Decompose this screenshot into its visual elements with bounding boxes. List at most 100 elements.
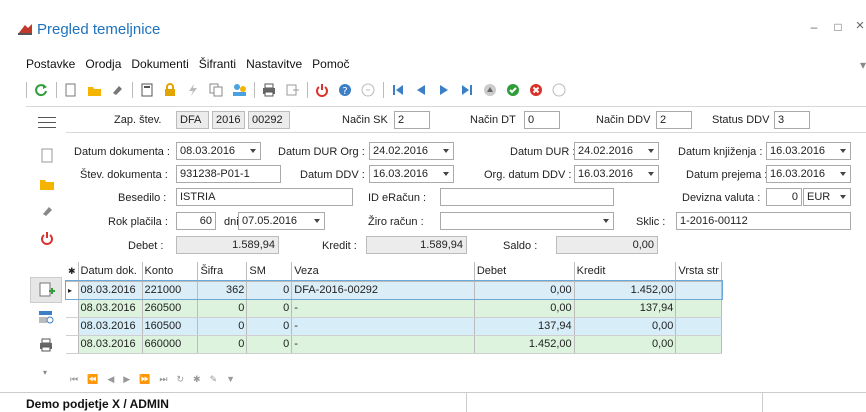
nacin-dt-field[interactable]: 0	[524, 111, 560, 129]
stev-dokumenta-field[interactable]: 931238-P01-1	[176, 165, 281, 183]
refresh-icon[interactable]	[33, 82, 49, 98]
cell-debet[interactable]: 137,94	[474, 317, 575, 336]
datum-dur-org-field[interactable]: 24.02.2016	[369, 142, 454, 160]
cell-kredit[interactable]: 1.452,00	[574, 281, 677, 300]
row-selector[interactable]	[66, 299, 79, 318]
cell-sm[interactable]: 0	[246, 335, 293, 354]
cell-debet[interactable]: 0,00	[474, 299, 575, 318]
menu-orodja[interactable]: Orodja	[85, 57, 121, 71]
lock-icon[interactable]	[162, 82, 178, 98]
col-datum-dok[interactable]: Datum dok.	[78, 262, 143, 282]
last-record-icon[interactable]	[459, 82, 475, 98]
col-vrsta-str[interactable]: Vrsta str	[675, 262, 722, 282]
nav-prev-icon[interactable]: ◀	[107, 374, 114, 385]
besedilo-field[interactable]: ISTRIA	[176, 188, 353, 206]
id-eracun-field[interactable]	[440, 188, 614, 206]
cell-vrsta[interactable]	[675, 335, 722, 354]
nav-edit-icon[interactable]: ✎	[210, 374, 218, 385]
datum-dokumenta-field[interactable]: 08.03.2016	[176, 142, 261, 160]
row-selector[interactable]: ▸	[66, 281, 79, 300]
nav-next-icon[interactable]: ▶	[123, 374, 130, 385]
nav-insert-icon[interactable]: ✱	[193, 374, 201, 385]
confirm-icon[interactable]	[505, 82, 521, 98]
sidebar-new-icon[interactable]	[40, 148, 54, 167]
cell-konto[interactable]: 260500	[142, 299, 199, 318]
nav-refresh-icon[interactable]: ↻	[177, 374, 185, 385]
cell-konto[interactable]: 160500	[142, 317, 199, 336]
cell-vrsta[interactable]	[675, 299, 722, 318]
datum-prejema-field[interactable]: 16.03.2016	[766, 165, 851, 183]
sidebar-folder-icon[interactable]	[39, 177, 55, 194]
org-datum-ddv-field[interactable]: 16.03.2016	[574, 165, 659, 183]
lightning-icon[interactable]	[185, 82, 201, 98]
nav-last-icon[interactable]: ⏭	[159, 374, 167, 385]
datum-knjizenja-field[interactable]: 16.03.2016	[766, 142, 851, 160]
cell-veza[interactable]: DFA-2016-00292	[291, 281, 475, 300]
cell-sifra[interactable]: 362	[197, 281, 248, 300]
nav-first-icon[interactable]: ⏮	[70, 374, 78, 385]
new-document-icon[interactable]	[63, 82, 79, 98]
sidebar-eraser-icon[interactable]	[40, 204, 54, 221]
minimize-button[interactable]: –	[806, 20, 822, 34]
menu-postavke[interactable]: Postavke	[26, 57, 75, 71]
cell-sifra[interactable]: 0	[197, 335, 248, 354]
menu-pomoc[interactable]: Pomoč	[312, 57, 349, 71]
cell-datum[interactable]: 08.03.2016	[78, 317, 143, 336]
up-icon[interactable]	[482, 82, 498, 98]
export-icon[interactable]	[284, 82, 300, 98]
cell-sm[interactable]: 0	[246, 299, 293, 318]
menu-sifranti[interactable]: Šifranti	[199, 57, 236, 71]
calculator-icon[interactable]	[139, 82, 155, 98]
cell-veza[interactable]: -	[291, 335, 475, 354]
cell-sifra[interactable]: 0	[197, 317, 248, 336]
nacin-ddv-field[interactable]: 2	[656, 111, 692, 129]
table-row[interactable]: 08.03.2016 260500 0 0-0,00 137,94	[66, 299, 722, 318]
cell-debet[interactable]: 1.452,00	[474, 335, 575, 354]
cancel-icon[interactable]	[528, 82, 544, 98]
devizna-valuta-select[interactable]: EUR	[803, 188, 851, 206]
sidebar-print-icon[interactable]	[39, 338, 53, 355]
maximize-button[interactable]: □	[830, 20, 846, 34]
col-debet[interactable]: Debet	[474, 262, 575, 282]
sklic-field[interactable]: 1-2016-00112	[676, 212, 851, 230]
cell-veza[interactable]: -	[291, 317, 475, 336]
nacin-sk-field[interactable]: 2	[394, 111, 430, 129]
hamburger-icon[interactable]	[38, 117, 56, 128]
col-kredit[interactable]: Kredit	[574, 262, 677, 282]
row-selector[interactable]	[66, 335, 79, 354]
col-sm[interactable]: SM	[246, 262, 293, 282]
next-record-icon[interactable]	[436, 82, 452, 98]
menu-dokumenti[interactable]: Dokumenti	[131, 57, 188, 71]
cell-kredit[interactable]: 0,00	[574, 335, 677, 354]
first-record-icon[interactable]	[390, 82, 406, 98]
prev-record-icon[interactable]	[413, 82, 429, 98]
cell-sm[interactable]: 0	[246, 281, 293, 300]
cell-datum[interactable]: 08.03.2016	[78, 299, 143, 318]
datum-dur-field[interactable]: 24.02.2016	[574, 142, 659, 160]
col-sifra[interactable]: Šifra	[197, 262, 248, 282]
cell-vrsta[interactable]	[675, 317, 722, 336]
menu-nastavitve[interactable]: Nastavitve	[246, 57, 302, 71]
cell-konto[interactable]: 221000	[142, 281, 199, 300]
nav-filter-icon[interactable]: ▼	[226, 374, 235, 385]
cell-datum[interactable]: 08.03.2016	[78, 335, 143, 354]
cell-sm[interactable]: 0	[246, 317, 293, 336]
ziro-racun-select[interactable]	[440, 212, 614, 230]
rok-datum-field[interactable]: 07.05.2016	[238, 212, 325, 230]
copy-icon[interactable]	[208, 82, 224, 98]
cell-sifra[interactable]: 0	[197, 299, 248, 318]
col-konto[interactable]: Konto	[142, 262, 199, 282]
close-button[interactable]: ×	[852, 17, 866, 34]
sidebar-power-icon[interactable]	[40, 231, 54, 248]
help-icon[interactable]: ?	[337, 82, 353, 98]
datum-ddv-field[interactable]: 16.03.2016	[369, 165, 454, 183]
power-icon[interactable]	[314, 82, 330, 98]
refresh-small-icon[interactable]	[551, 82, 567, 98]
cell-vrsta[interactable]	[675, 281, 722, 300]
sidebar-add-row-button[interactable]	[30, 277, 62, 303]
table-row[interactable]: ▸ 08.03.2016 221000 362 0 DFA-2016-00292 0,00 1…	[65, 280, 723, 300]
status-ddv-field[interactable]: 3	[774, 111, 810, 129]
rok-placila-field[interactable]: 60	[176, 212, 216, 230]
col-veza[interactable]: Veza	[291, 262, 475, 282]
table-row[interactable]: 08.03.2016 660000 0 0-1.452,00 0,00	[66, 335, 722, 354]
